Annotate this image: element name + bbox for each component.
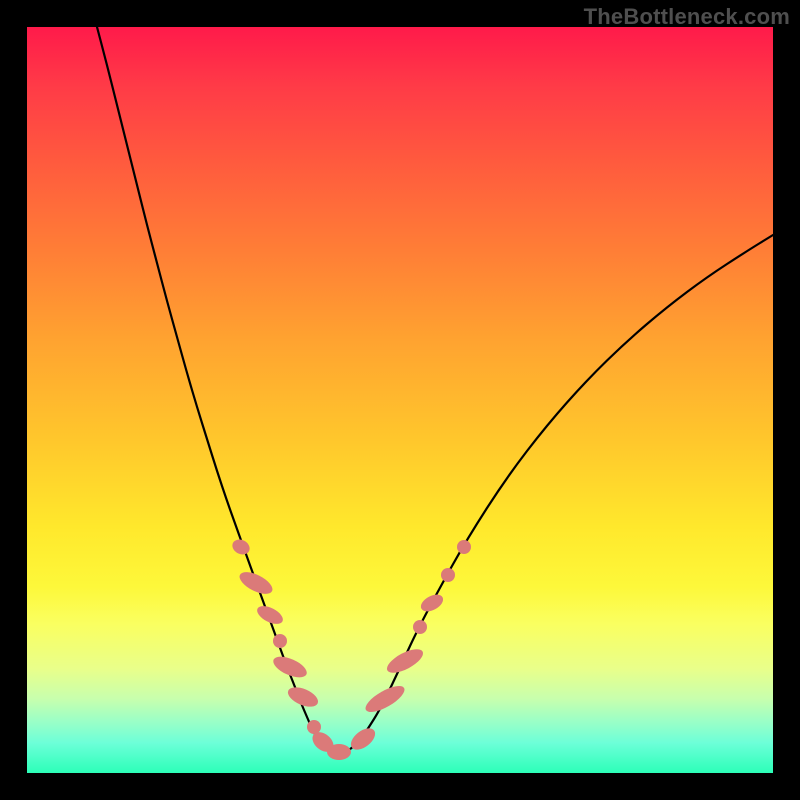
curve-marker bbox=[273, 634, 287, 648]
watermark-text: TheBottleneck.com bbox=[584, 4, 790, 30]
curve-marker bbox=[418, 591, 446, 615]
bottleneck-curve bbox=[97, 27, 773, 755]
curve-marker bbox=[236, 568, 275, 599]
plot-area bbox=[27, 27, 773, 773]
chart-overlay bbox=[27, 27, 773, 773]
curve-marker bbox=[327, 744, 351, 760]
curve-marker bbox=[457, 540, 471, 554]
curve-marker bbox=[230, 537, 252, 558]
curve-marker bbox=[362, 681, 408, 717]
curve-marker bbox=[307, 720, 321, 734]
curve-marker bbox=[254, 602, 285, 627]
curve-marker bbox=[384, 645, 427, 678]
curve-marker bbox=[413, 620, 427, 634]
chart-frame: TheBottleneck.com bbox=[0, 0, 800, 800]
marker-layer bbox=[230, 537, 471, 760]
curve-marker bbox=[347, 724, 379, 754]
curve-marker bbox=[441, 568, 455, 582]
